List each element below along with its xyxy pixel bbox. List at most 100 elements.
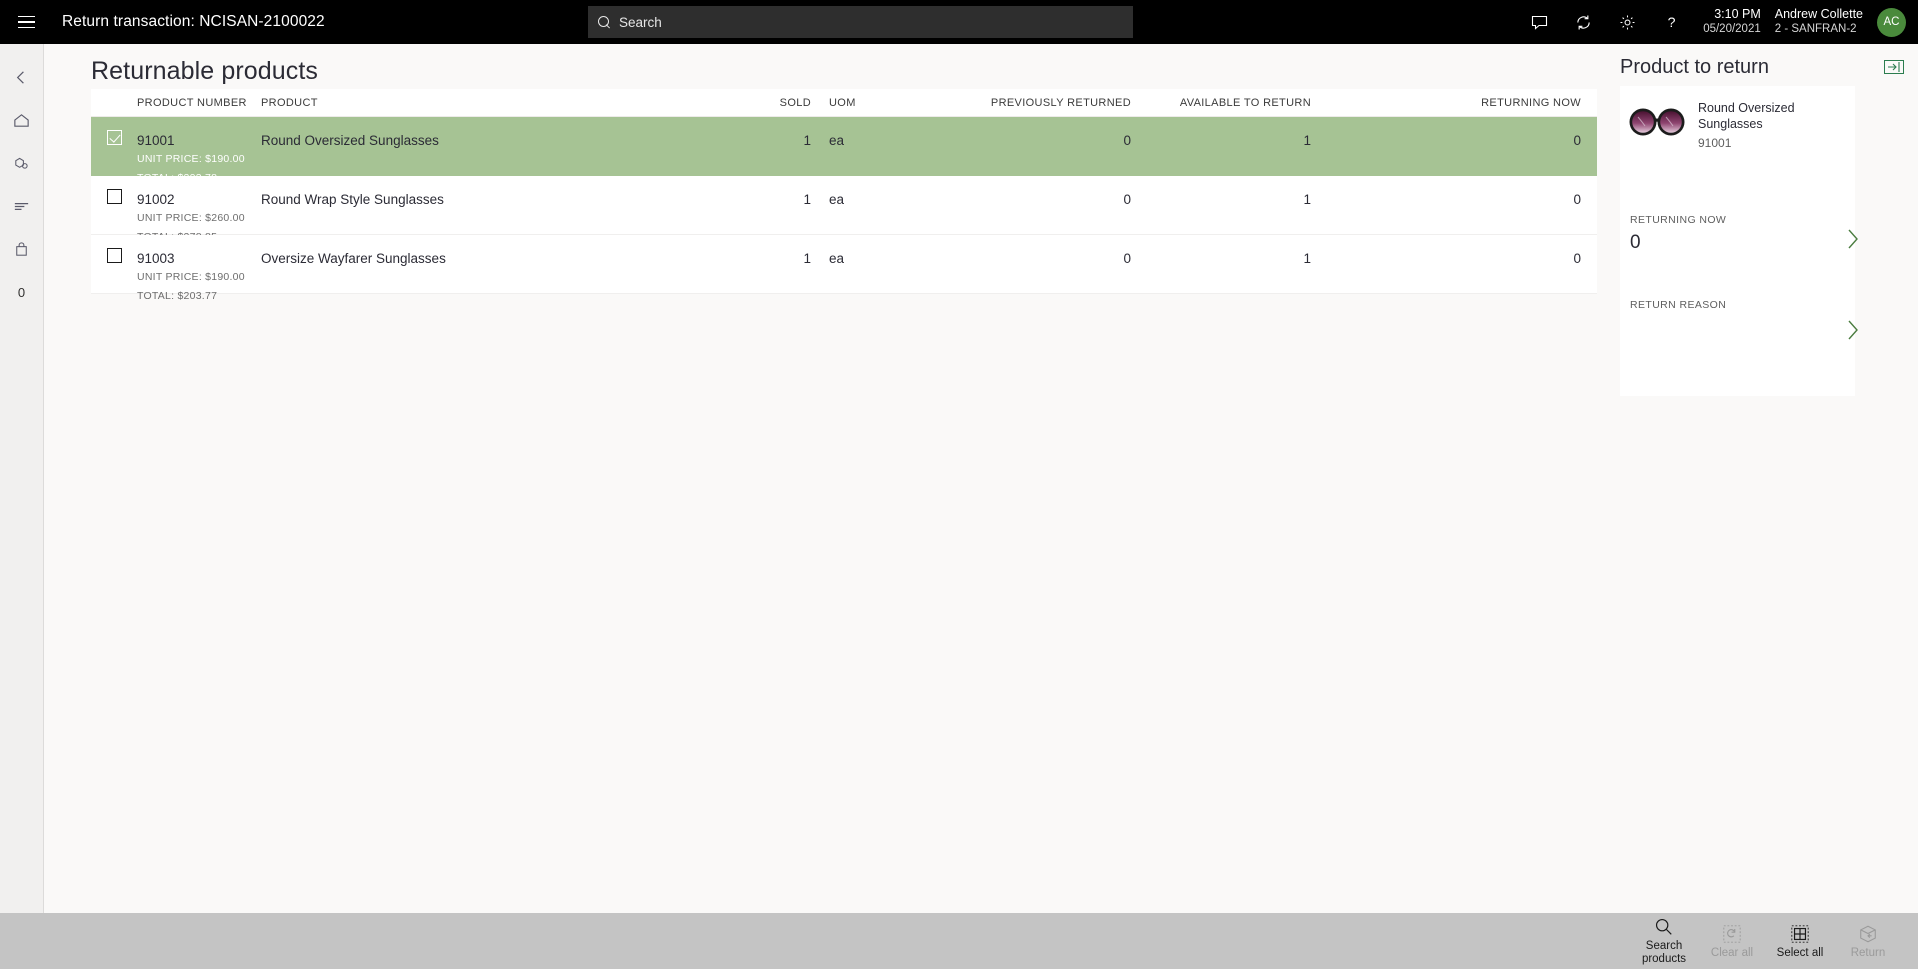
table-row[interactable]: 91002 UNIT PRICE: $260.00 TOTAL: $278.85…	[91, 176, 1597, 243]
home-icon[interactable]	[0, 99, 44, 142]
cell-product: Oversize Wayfarer Sunglasses	[261, 251, 446, 266]
header-product-number: PRODUCT NUMBER	[137, 96, 247, 109]
cell-previously-returned: 0	[1123, 133, 1131, 148]
header-previously-returned: PREVIOUSLY RETURNED	[990, 96, 1131, 109]
header-select-col	[91, 96, 137, 109]
user-info[interactable]: Andrew Collette 2 - SANFRAN-2	[1775, 7, 1877, 37]
list-lines-icon[interactable]	[0, 185, 44, 228]
return-reason-label: RETURN REASON	[1630, 299, 1727, 311]
cell-unit-price: UNIT PRICE: $190.00	[137, 271, 245, 283]
returning-now-value: 0	[1630, 232, 1641, 253]
panel-product-text: Round Oversized Sunglasses 91001	[1698, 98, 1855, 150]
top-bar: Return transaction: NCISAN-2100022 Searc…	[0, 0, 1918, 44]
bottom-bar-corner	[0, 913, 45, 969]
back-arrow-icon[interactable]	[0, 56, 44, 99]
row-checkbox[interactable]	[106, 189, 122, 204]
cell-product: Round Wrap Style Sunglasses	[261, 192, 444, 207]
cell-product-number: 91002 UNIT PRICE: $260.00 TOTAL: $278.85	[137, 176, 261, 244]
header-sold: SOLD	[779, 96, 811, 109]
panel-product-number: 91001	[1698, 136, 1732, 150]
svg-text:?: ?	[1667, 15, 1675, 31]
bottom-action-bar: Search products Clear all Select all Ret…	[45, 913, 1918, 969]
header-product: PRODUCT	[261, 96, 318, 109]
cell-sold: 1	[803, 133, 811, 148]
page-title: Returnable products	[91, 57, 319, 85]
returning-now-field[interactable]: RETURNING NOW 0	[1630, 214, 1858, 254]
avatar[interactable]: AC	[1877, 7, 1906, 37]
user-store: 2 - SANFRAN-2	[1774, 23, 1857, 35]
sync-icon[interactable]	[1561, 0, 1605, 44]
row-checkbox-cell[interactable]	[91, 117, 137, 145]
chevron-right-icon[interactable]	[1844, 226, 1862, 257]
table-header-row: PRODUCT NUMBER PRODUCT SOLD UOM PREVIOUS…	[91, 89, 1597, 117]
cell-sold: 1	[803, 251, 811, 266]
search-products-label: Search products	[1641, 940, 1687, 965]
current-date: 05/20/2021	[1703, 23, 1761, 35]
page-header-title: Return transaction: NCISAN-2100022	[62, 13, 325, 30]
cart-item-count[interactable]: 0	[0, 271, 44, 314]
select-all-button[interactable]: Select all	[1766, 913, 1834, 969]
search-input[interactable]: Search	[588, 6, 1133, 38]
select-all-grid-icon	[1790, 923, 1810, 945]
clear-all-label: Clear all	[1710, 946, 1754, 959]
hamburger-menu-icon[interactable]	[4, 0, 48, 44]
panel-product-name: Round Oversized Sunglasses	[1698, 101, 1795, 131]
cell-available-to-return: 1	[1303, 133, 1311, 148]
round-oversized-sunglasses-thumbnail	[1626, 98, 1688, 146]
current-time: 3:10 PM	[1714, 7, 1761, 21]
chevron-right-icon[interactable]	[1844, 317, 1862, 348]
cell-uom: ea	[829, 133, 845, 148]
row-checkbox-cell[interactable]	[91, 176, 137, 204]
cell-returning-now: 0	[1573, 133, 1581, 148]
return-reason-field[interactable]: RETURN REASON	[1630, 299, 1858, 340]
cell-unit-price: UNIT PRICE: $260.00	[137, 212, 245, 224]
cell-previously-returned: 0	[1123, 251, 1131, 266]
header-uom: UOM	[829, 96, 856, 109]
cell-returning-now: 0	[1573, 192, 1581, 207]
cell-unit-price: UNIT PRICE: $190.00	[137, 153, 245, 165]
row-checkbox[interactable]	[106, 130, 122, 145]
cell-product-number: 91003 UNIT PRICE: $190.00 TOTAL: $203.77	[137, 235, 261, 303]
search-placeholder: Search	[619, 14, 662, 30]
row-checkbox[interactable]	[106, 248, 122, 263]
topbar-actions: ? 3:10 PM 05/20/2021 Andrew Collette 2 -…	[1517, 0, 1918, 44]
return-reason-value	[1630, 311, 1852, 317]
panel-card: Round Oversized Sunglasses 91001 RETURNI…	[1620, 86, 1858, 396]
products-cube-icon[interactable]	[0, 142, 44, 185]
cell-sold: 1	[803, 192, 811, 207]
select-all-label: Select all	[1776, 946, 1824, 959]
search-icon	[1654, 916, 1674, 938]
search-icon	[598, 15, 611, 29]
return-button: Return	[1834, 913, 1902, 969]
row-checkbox-cell[interactable]	[91, 235, 137, 263]
help-question-icon[interactable]: ?	[1649, 0, 1693, 44]
product-to-return-panel: Product to return Round Oversized Sungla…	[1608, 44, 1918, 913]
returnable-products-table: PRODUCT NUMBER PRODUCT SOLD UOM PREVIOUS…	[91, 89, 1597, 302]
cell-available-to-return: 1	[1303, 192, 1311, 207]
panel-product-summary: Round Oversized Sunglasses 91001	[1620, 86, 1855, 150]
user-name: Andrew Collette	[1774, 7, 1863, 21]
panel-title: Product to return	[1620, 56, 1769, 78]
settings-gear-icon[interactable]	[1605, 0, 1649, 44]
cell-available-to-return: 1	[1303, 251, 1311, 266]
left-navigation-rail: 0	[0, 44, 44, 913]
cell-uom: ea	[829, 192, 845, 207]
cell-previously-returned: 0	[1123, 192, 1131, 207]
header-available-to-return: AVAILABLE TO RETURN	[1179, 96, 1311, 109]
table-row[interactable]: 91001 UNIT PRICE: $190.00 TOTAL: $203.78…	[91, 117, 1597, 184]
shopping-bag-icon[interactable]	[0, 228, 44, 271]
clear-all-button: Clear all	[1698, 913, 1766, 969]
cell-total: TOTAL: $203.77	[137, 289, 218, 302]
return-box-icon	[1858, 923, 1878, 945]
table-row[interactable]: 91003 UNIT PRICE: $190.00 TOTAL: $203.77…	[91, 235, 1597, 302]
cell-uom: ea	[829, 251, 845, 266]
return-label: Return	[1850, 946, 1886, 959]
search-products-button[interactable]: Search products	[1630, 913, 1698, 969]
feedback-icon[interactable]	[1517, 0, 1561, 44]
cell-product-number: 91001 UNIT PRICE: $190.00 TOTAL: $203.78	[137, 117, 261, 185]
cell-returning-now: 0	[1573, 251, 1581, 266]
cell-product: Round Oversized Sunglasses	[261, 133, 439, 148]
clear-all-icon	[1722, 923, 1742, 945]
expand-panel-icon[interactable]	[1884, 60, 1904, 74]
clock-display: 3:10 PM 05/20/2021	[1693, 7, 1775, 37]
